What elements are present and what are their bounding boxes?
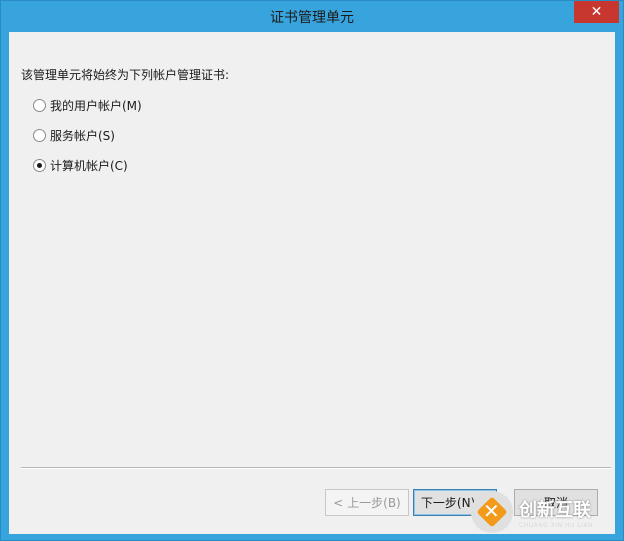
close-button[interactable]: ✕ [574, 1, 619, 23]
radio-my-user-account[interactable]: 我的用户帐户(M) [33, 97, 142, 113]
radio-button[interactable] [33, 128, 46, 142]
watermark-logo-icon [471, 491, 513, 533]
dialog-window: 证书管理单元 ✕ 该管理单元将始终为下列帐户管理证书: 我的用户帐户(M) 服务… [0, 0, 624, 541]
close-icon: ✕ [590, 4, 603, 20]
radio-computer-account[interactable]: 计算机帐户(C) [33, 157, 128, 173]
radio-label: 我的用户帐户(M) [50, 98, 142, 113]
watermark-main: 创新互联 [519, 499, 591, 521]
radio-button-selected[interactable] [33, 158, 46, 172]
title-bar[interactable]: 证书管理单元 ✕ [1, 1, 623, 31]
watermark-text: 创新互联 CHUANG XIN HU LIAN [519, 496, 593, 529]
dialog-content: 该管理单元将始终为下列帐户管理证书: 我的用户帐户(M) 服务帐户(S) 计算机… [9, 32, 615, 534]
back-button[interactable]: < 上一步(B) [325, 489, 409, 516]
account-prompt: 该管理单元将始终为下列帐户管理证书: [21, 68, 230, 82]
footer-divider [21, 467, 611, 469]
watermark-sub: CHUANG XIN HU LIAN [519, 521, 594, 529]
radio-service-account[interactable]: 服务帐户(S) [33, 127, 115, 143]
radio-label: 计算机帐户(C) [50, 158, 128, 173]
radio-label: 服务帐户(S) [50, 128, 115, 143]
window-title: 证书管理单元 [270, 10, 354, 26]
radio-button[interactable] [33, 98, 46, 112]
watermark: 创新互联 CHUANG XIN HU LIAN [471, 489, 621, 535]
